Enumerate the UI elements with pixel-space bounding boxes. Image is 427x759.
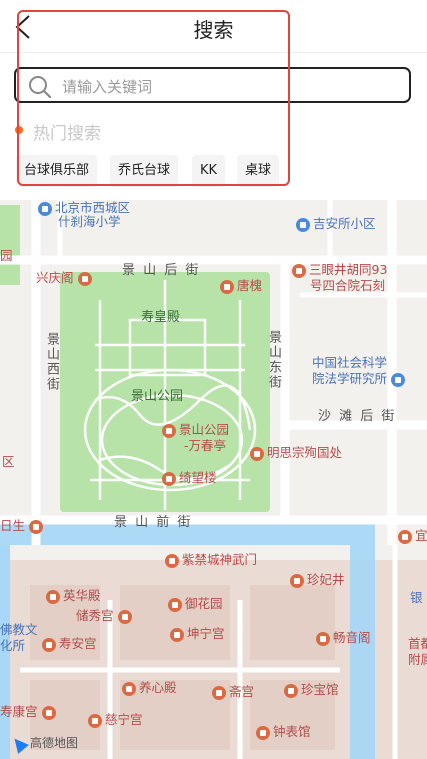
- search-icon: [29, 76, 52, 99]
- park-label: 景山公园: [131, 389, 184, 404]
- poi-foji-line2: 化所: [0, 638, 26, 653]
- school-pin-icon: [38, 201, 52, 216]
- attraction-pin-icon: [41, 705, 56, 720]
- attraction-pin-icon: [256, 725, 270, 740]
- attraction-pin-icon: [220, 279, 234, 294]
- attraction-pin-icon: [290, 573, 304, 588]
- poi-cass[interactable]: 中国社会科学: [312, 355, 387, 370]
- attraction-pin-icon: [122, 681, 136, 696]
- hot-tag[interactable]: KK: [192, 155, 226, 187]
- poi-zhenbao[interactable]: 珍宝馆: [284, 682, 339, 698]
- search-input[interactable]: [60, 73, 394, 101]
- hot-search-dot: [15, 126, 23, 134]
- poi-shouzheng-line2: 附属: [408, 652, 427, 667]
- poi-jianan[interactable]: 吉安所小区: [296, 216, 376, 232]
- attraction-pin-icon: [284, 683, 298, 698]
- poi-changyin[interactable]: 畅音阁: [316, 630, 371, 646]
- top-bar: 搜索: [0, 0, 427, 53]
- poi-sanyan-line2: 号四合院石刻: [310, 278, 386, 293]
- navigation-arrow-icon: [9, 733, 29, 754]
- poi-yangxin[interactable]: 养心殿: [122, 680, 177, 696]
- search-panel: 热门搜索 台球俱乐部 乔氏台球 KK 桌球: [0, 53, 427, 200]
- poi-foji: 佛教文: [0, 622, 38, 637]
- poi-kunning[interactable]: 坤宁宫: [170, 626, 225, 642]
- poi-school-line2: 什刹海小学: [58, 214, 121, 229]
- attraction-pin-icon: [117, 609, 132, 624]
- poi-risheng[interactable]: 日生: [0, 518, 46, 534]
- poi-yuhuayuan[interactable]: 御花园: [168, 596, 223, 612]
- institute-pin-icon: [391, 372, 405, 387]
- poi-yin: 银: [410, 590, 423, 605]
- hot-tag[interactable]: 桌球: [237, 155, 280, 187]
- poi-yuan: 园: [0, 248, 13, 263]
- poi-zhai[interactable]: 斋宫: [212, 684, 254, 700]
- residence-pin-icon: [296, 217, 310, 232]
- attraction-pin-icon: [292, 263, 306, 278]
- poi-shouan[interactable]: 寿安宫: [42, 636, 97, 652]
- street-label: 景 山 前 街: [114, 515, 193, 530]
- map-logo: 高德地图: [9, 733, 78, 754]
- attraction-pin-icon: [46, 589, 60, 604]
- search-box[interactable]: [14, 67, 411, 103]
- poi-shouzheng: 首都: [408, 636, 427, 651]
- hot-tag[interactable]: 台球俱乐部: [16, 155, 98, 187]
- poi-qiwang[interactable]: 绮望楼: [162, 470, 217, 486]
- attraction-pin-icon: [250, 446, 264, 461]
- park-label: 寿皇殿: [141, 310, 181, 325]
- poi-yinghua[interactable]: 英华殿: [46, 588, 101, 604]
- poi-chuxiu[interactable]: 储秀宫: [76, 608, 135, 624]
- street-label: 景 山 后 街: [122, 263, 201, 278]
- poi-cining[interactable]: 慈宁宫: [88, 712, 143, 728]
- poi-shenwumen[interactable]: 紫禁城神武门: [165, 552, 257, 568]
- poi-mingsi[interactable]: 明思宗殉国处: [250, 445, 342, 461]
- attraction-pin-icon: [162, 471, 176, 486]
- poi-zhenfei[interactable]: 珍妃井: [290, 572, 345, 588]
- poi-wanchun[interactable]: 景山公园: [162, 422, 229, 438]
- street-label: 沙 滩 后 街: [318, 409, 397, 424]
- attraction-pin-icon: [42, 637, 56, 652]
- hot-search-title: 热门搜索: [33, 124, 101, 144]
- attraction-pin-icon: [212, 685, 226, 700]
- attraction-pin-icon: [162, 423, 176, 438]
- attraction-pin-icon: [316, 631, 330, 646]
- attraction-pin-icon: [398, 529, 412, 544]
- poi-xingqing[interactable]: 兴庆阁: [36, 270, 95, 286]
- poi-wanchun-sub: -万春亭: [184, 438, 227, 453]
- attraction-pin-icon: [168, 597, 182, 612]
- attraction-pin-icon: [77, 271, 92, 286]
- attraction-pin-icon: [165, 553, 179, 568]
- poi-tanghuai[interactable]: 唐槐: [220, 278, 262, 294]
- street-label: 景山西街: [44, 332, 59, 392]
- poi-zhongbiao[interactable]: 钟表馆: [256, 724, 311, 740]
- attraction-pin-icon: [88, 713, 102, 728]
- poi-shoukang[interactable]: 寿康宫: [0, 704, 59, 720]
- page-title: 搜索: [193, 18, 234, 42]
- poi-cass-line2: 院法学研究所: [312, 371, 408, 387]
- street-label: 景山东街: [266, 330, 281, 390]
- attraction-pin-icon: [170, 627, 184, 642]
- poi-sanyan[interactable]: 三眼井胡同93: [292, 262, 387, 278]
- hot-tag[interactable]: 乔氏台球: [110, 155, 179, 187]
- poi-qu: 区: [2, 454, 15, 469]
- attraction-pin-icon: [29, 519, 43, 534]
- poi-yi[interactable]: 宜: [398, 528, 427, 544]
- map-view[interactable]: 景 山 后 街 景 山 前 街 沙 滩 后 街 景山西街 景山东街 寿皇殿 景山…: [0, 200, 427, 759]
